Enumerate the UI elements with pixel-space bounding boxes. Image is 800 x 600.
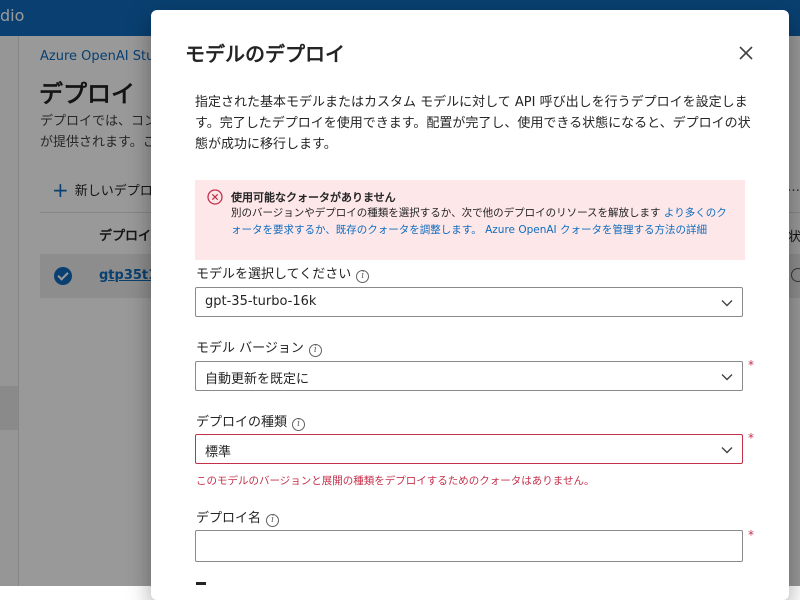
close-icon xyxy=(739,46,753,60)
deploy-model-dialog: モデルのデプロイ 指定された基本モデルまたはカスタム モデルに対して API 呼… xyxy=(151,10,789,600)
deployment-name-input[interactable] xyxy=(195,530,743,562)
model-version-value: 自動更新を既定に xyxy=(205,372,310,387)
chevron-down-icon xyxy=(721,447,733,454)
model-label: モデルを選択してください i xyxy=(196,263,370,283)
info-icon[interactable]: i xyxy=(308,344,322,357)
warning-body: 別のバージョンやデプロイの種類を選択するか、次で他のデプロイのリソースを解放しま… xyxy=(231,205,736,239)
warning-text: 別のバージョンやデプロイの種類を選択するか、次で他のデプロイのリソースを解放しま… xyxy=(231,207,661,219)
deployment-name-label-text: デプロイ名 xyxy=(196,511,262,526)
required-marker: * xyxy=(748,431,754,445)
required-marker: * xyxy=(748,528,754,542)
quota-warning-banner: 使用可能なクォータがありません 別のバージョンやデプロイの種類を選択するか、次で… xyxy=(195,180,745,260)
model-label-text: モデルを選択してください xyxy=(196,267,352,282)
deployment-type-label-text: デプロイの種類 xyxy=(196,415,288,430)
model-dropdown-value: gpt-35-turbo-16k xyxy=(205,294,317,309)
info-icon[interactable]: i xyxy=(292,418,306,431)
required-marker: * xyxy=(748,358,754,372)
model-version-label: モデル バージョン i xyxy=(196,337,322,357)
model-dropdown[interactable]: gpt-35-turbo-16k xyxy=(195,287,743,317)
error-circle-icon xyxy=(207,189,223,205)
deployment-type-label: デプロイの種類 i xyxy=(196,411,306,431)
dialog-title: モデルのデプロイ xyxy=(185,42,345,66)
deployment-name-label: デプロイ名 i xyxy=(196,507,280,527)
deployment-type-dropdown[interactable]: 標準 xyxy=(195,434,743,464)
deployment-type-value: 標準 xyxy=(205,445,232,460)
quota-docs-link[interactable]: Azure OpenAI クォータを管理する方法の詳細 xyxy=(485,224,707,236)
chevron-down-icon xyxy=(721,300,733,307)
next-field-peek xyxy=(196,582,206,585)
warning-title: 使用可能なクォータがありません xyxy=(231,191,396,204)
chevron-down-icon xyxy=(721,374,733,381)
model-version-label-text: モデル バージョン xyxy=(196,341,304,356)
close-button[interactable] xyxy=(733,40,759,66)
model-version-dropdown[interactable]: 自動更新を既定に xyxy=(195,361,743,391)
dialog-description: 指定された基本モデルまたはカスタム モデルに対して API 呼び出しを行うデプロ… xyxy=(195,95,751,152)
info-icon[interactable]: i xyxy=(356,270,370,283)
deployment-type-error: このモデルのバージョンと展開の種類をデプロイするためのクォータはありません。 xyxy=(196,475,595,487)
info-icon[interactable]: i xyxy=(266,514,280,527)
